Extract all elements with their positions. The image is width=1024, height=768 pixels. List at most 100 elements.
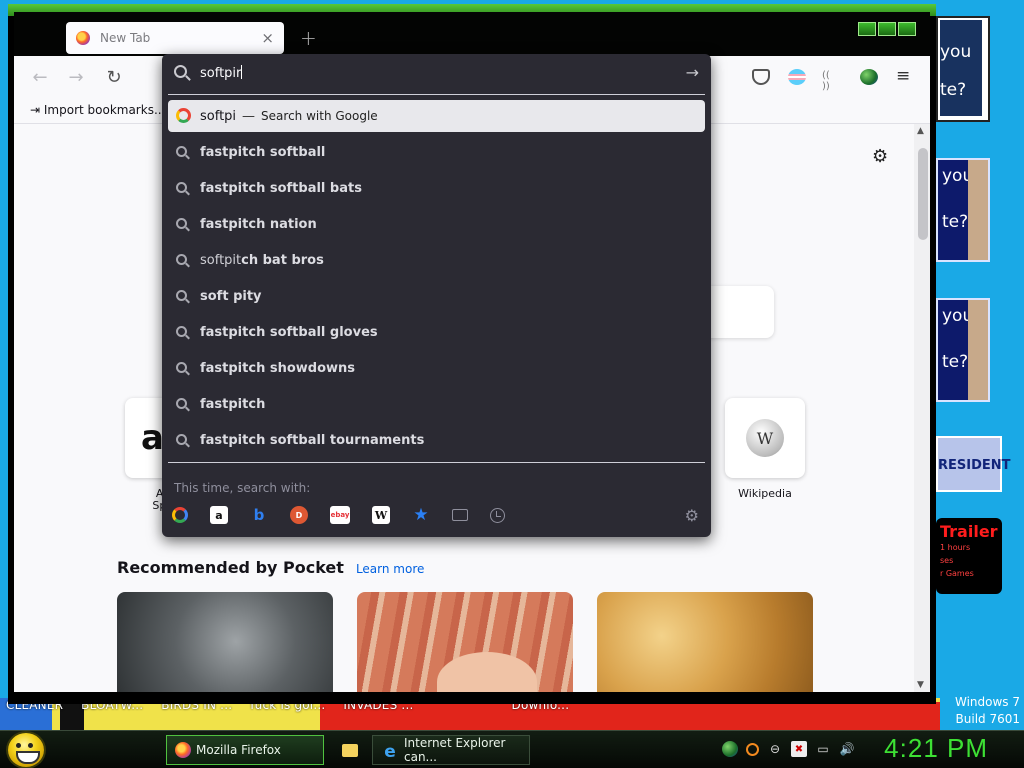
one-off-search-engines: a b D ebay W ★ [172, 505, 505, 525]
ad-card-1-text-2: te? [940, 80, 967, 100]
shortcut-wikipedia[interactable]: W Wikipedia [725, 398, 805, 500]
duckduckgo-engine-icon[interactable]: D [290, 506, 308, 524]
ad-card-1[interactable]: you te? [936, 16, 990, 122]
wikipedia-engine-icon[interactable]: W [372, 506, 390, 524]
volume-icon[interactable]: 🔊 [839, 741, 855, 757]
forward-button[interactable]: → [58, 67, 94, 88]
ad-card-1-text: you [940, 42, 972, 62]
close-tab-icon[interactable]: × [261, 29, 274, 47]
back-button[interactable]: ← [22, 67, 58, 88]
suggestion-text: fastpitch showdowns [200, 360, 356, 376]
ad-card-president[interactable]: RESIDENT [936, 436, 1011, 492]
new-tab-button[interactable]: + [300, 26, 317, 50]
ad-card-2[interactable]: you te? [936, 158, 990, 262]
address-input[interactable]: softpir [200, 65, 243, 81]
tabs-icon[interactable] [452, 509, 468, 521]
search-settings-gear-icon[interactable]: ⚙ [685, 506, 699, 525]
search-icon [176, 326, 187, 337]
tab-new-tab[interactable]: New Tab × [66, 22, 284, 54]
ad-card-trailer[interactable]: Trailer 1 hours ses r Games [936, 518, 1002, 594]
globe-tray-icon[interactable] [722, 741, 738, 757]
scroll-up-arrow-icon[interactable]: ▲ [917, 126, 924, 136]
firefox-icon [175, 742, 191, 758]
suggestion-row[interactable]: fastpitch [168, 388, 705, 420]
pocket-story-card[interactable] [597, 592, 813, 692]
divider [168, 462, 705, 463]
page-scrollbar[interactable]: ▲ ▼ [914, 124, 930, 692]
maximize-button[interactable] [878, 22, 896, 36]
new-tab-settings-gear-icon[interactable]: ⚙ [872, 146, 888, 167]
amazon-engine-icon[interactable]: a [210, 506, 228, 524]
scroll-down-arrow-icon[interactable]: ▼ [917, 680, 924, 690]
suggestion-hint: Search with Google [261, 109, 378, 123]
folder-icon [342, 743, 358, 757]
taskbar-button-label: Internet Explorer can... [404, 736, 506, 764]
ad-card-5-title: Trailer [940, 522, 998, 541]
search-icon [176, 398, 187, 409]
taskbar-folder-button[interactable] [334, 735, 364, 765]
suggestion-text: fastpitch nation [200, 216, 317, 232]
address-bar[interactable]: softpir → [162, 54, 711, 94]
pocket-header: Recommended by Pocket Learn more [117, 558, 424, 577]
suggestion-row[interactable]: fastpitch softball [168, 136, 705, 168]
search-icon [176, 218, 187, 229]
taskbar: Mozilla Firefox e Internet Explorer can.… [0, 730, 1024, 768]
one-off-search-label: This time, search with: [174, 481, 311, 495]
pride-flag-icon[interactable] [788, 69, 806, 85]
search-tray-icon[interactable] [746, 742, 759, 756]
urlbar-dropdown: softpir → softpi — Search with Google fa… [162, 54, 711, 537]
suggestion-text: soft pity [200, 288, 262, 304]
address-input-value: softpir [200, 66, 242, 81]
ad-card-3[interactable]: you te? [936, 298, 990, 402]
shortcut-tile: W [725, 398, 805, 478]
reload-button[interactable]: ↻ [96, 67, 132, 88]
import-bookmarks-button[interactable]: ⇥ Import bookmarks... [30, 103, 165, 117]
search-icon [176, 182, 187, 193]
suggestion-row[interactable]: fastpitch softball gloves [168, 316, 705, 348]
system-tray: ⊖ ✖ ▭ 🔊 [722, 741, 855, 757]
minimize-button[interactable] [858, 22, 876, 36]
bookmarks-star-icon[interactable]: ★ [412, 505, 430, 525]
ad-card-5-line1: 1 hours [940, 543, 971, 552]
extension-icon[interactable]: (( )) [822, 70, 840, 92]
shortcut-label: Wikipedia [738, 487, 792, 500]
search-icon [176, 146, 187, 157]
go-arrow-icon[interactable]: → [686, 63, 699, 82]
globe-icon[interactable] [860, 69, 878, 85]
suggestion-row[interactable]: soft pity [168, 280, 705, 312]
taskbar-firefox-button[interactable]: Mozilla Firefox [166, 735, 324, 765]
search-icon [176, 434, 187, 445]
google-engine-icon[interactable] [172, 507, 188, 523]
watermark-line1: Windows 7 [954, 695, 1020, 709]
history-clock-icon[interactable] [490, 507, 505, 523]
suggestion-row[interactable]: fastpitch nation [168, 208, 705, 240]
suggestion-row[interactable]: softpit ch bat bros [168, 244, 705, 276]
pocket-icon[interactable] [752, 69, 770, 85]
scroll-thumb[interactable] [918, 148, 928, 240]
pocket-story-card[interactable] [117, 592, 333, 692]
pocket-title: Recommended by Pocket [117, 558, 344, 577]
taskbar-internet-explorer-button[interactable]: e Internet Explorer can... [372, 735, 530, 765]
internet-explorer-icon: e [384, 742, 396, 762]
pocket-learn-more-link[interactable]: Learn more [356, 562, 424, 576]
google-icon [176, 108, 191, 123]
search-icon [176, 290, 187, 301]
ebay-engine-icon[interactable]: ebay [330, 506, 350, 524]
bing-engine-icon[interactable]: b [250, 506, 268, 524]
suggestion-row[interactable]: fastpitch softball bats [168, 172, 705, 204]
taskbar-button-label: Mozilla Firefox [196, 743, 281, 757]
pocket-story-card[interactable] [357, 592, 573, 692]
close-window-button[interactable] [898, 22, 916, 36]
taskbar-clock[interactable]: 4:21 PM [884, 733, 988, 764]
tab-title: New Tab [100, 31, 151, 45]
windows-watermark: Windows 7 Build 7601 [955, 694, 1020, 728]
start-button[interactable] [8, 733, 44, 767]
suggestion-row[interactable]: fastpitch softball tournaments [168, 424, 705, 456]
suggestion-typed: softpit [200, 252, 242, 268]
suggestion-row[interactable]: fastpitch showdowns [168, 352, 705, 384]
suggestion-search-with-google[interactable]: softpi — Search with Google [168, 100, 705, 132]
minus-circle-tray-icon[interactable]: ⊖ [767, 741, 783, 757]
hamburger-menu-icon[interactable]: ≡ [896, 66, 914, 86]
network-icon[interactable]: ▭ [815, 741, 831, 757]
action-center-flag-icon[interactable]: ✖ [791, 741, 807, 757]
